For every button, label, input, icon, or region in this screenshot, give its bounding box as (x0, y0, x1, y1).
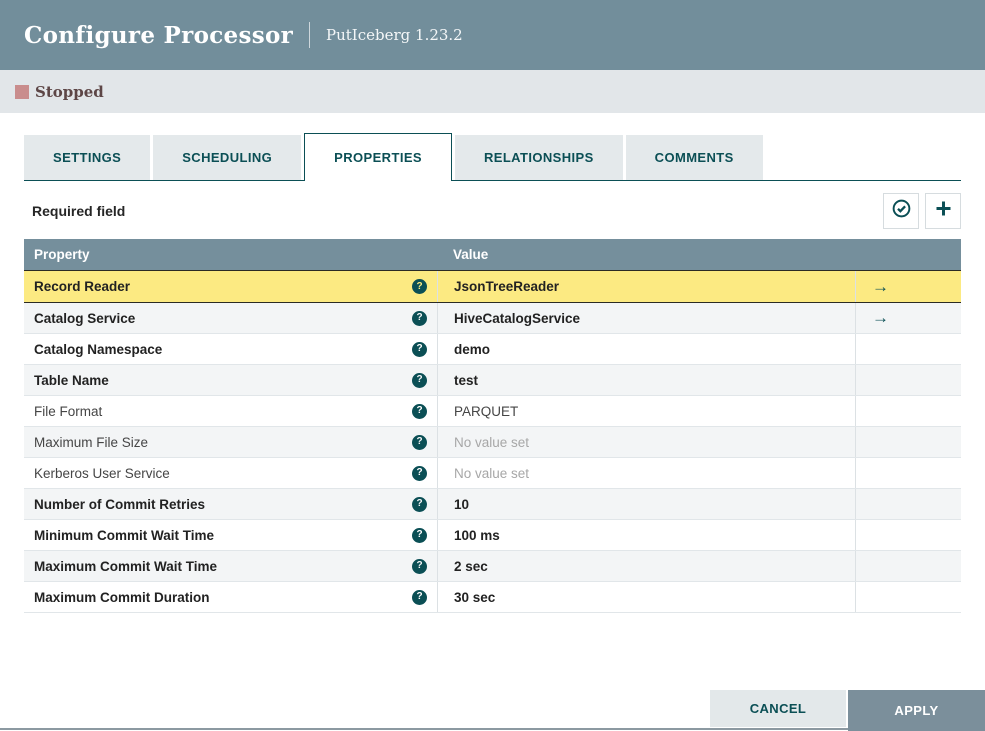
property-help-icon[interactable]: ? (412, 589, 427, 605)
dialog-header: Configure Processor PutIceberg 1.23.2 (0, 0, 985, 70)
value-column-header: Value (453, 247, 489, 262)
goto-cell (855, 334, 961, 364)
property-name: File Format (34, 403, 103, 419)
property-name: Kerberos User Service (34, 465, 170, 481)
tab-comments[interactable]: COMMENTS (625, 135, 763, 180)
header-divider (309, 22, 311, 48)
property-row[interactable]: Catalog Service? HiveCatalogService → (24, 303, 961, 334)
required-field-label: Required field (32, 203, 126, 219)
property-value-cell[interactable]: HiveCatalogService (437, 303, 855, 333)
status-label: Stopped (35, 82, 104, 101)
property-help-icon[interactable]: ? (412, 496, 427, 512)
property-value-cell[interactable]: test (437, 365, 855, 395)
property-name-cell: Maximum Commit Duration? (24, 582, 437, 612)
property-row[interactable]: Minimum Commit Wait Time? 100 ms (24, 520, 961, 551)
property-name-cell: Minimum Commit Wait Time? (24, 520, 437, 550)
property-name-cell: Catalog Namespace? (24, 334, 437, 364)
property-name: Minimum Commit Wait Time (34, 527, 215, 543)
property-name-cell: Kerberos User Service? (24, 458, 437, 488)
cancel-button[interactable]: CANCEL (710, 690, 846, 727)
property-name-cell: Maximum File Size? (24, 427, 437, 457)
goto-cell (855, 551, 961, 581)
window-bottom-edge (0, 728, 985, 730)
property-value-cell[interactable]: 2 sec (437, 551, 855, 581)
property-column-header: Property (34, 247, 90, 262)
property-help-icon[interactable]: ? (412, 558, 427, 574)
property-name: Number of Commit Retries (34, 496, 206, 512)
processor-name-version: PutIceberg 1.23.2 (326, 26, 463, 44)
property-name: Record Reader (34, 279, 131, 294)
property-help-icon[interactable]: ? (412, 465, 427, 481)
tab-scheduling[interactable]: SCHEDULING (153, 135, 302, 180)
tab-relationships[interactable]: RELATIONSHIPS (454, 135, 623, 180)
property-name-cell: Number of Commit Retries? (24, 489, 437, 519)
property-name-cell: Catalog Service? (24, 303, 437, 333)
goto-cell (855, 520, 961, 550)
properties-table-header: Property Value (24, 239, 961, 270)
add-property-button[interactable] (925, 193, 961, 229)
property-row[interactable]: Kerberos User Service? No value set (24, 458, 961, 489)
add-property-icon (933, 198, 954, 224)
properties-table: Property Value Record Reader? JsonTreeRea… (24, 239, 961, 613)
property-value-cell[interactable]: No value set (437, 427, 855, 457)
goto-cell (855, 365, 961, 395)
tab-properties[interactable]: PROPERTIES (304, 133, 452, 181)
property-row[interactable]: Record Reader? JsonTreeReader → (24, 270, 961, 303)
property-row[interactable]: Number of Commit Retries? 10 (24, 489, 961, 520)
property-row[interactable]: Maximum Commit Wait Time? 2 sec (24, 551, 961, 582)
goto-cell (855, 458, 961, 488)
property-help-icon[interactable]: ? (412, 279, 427, 294)
apply-button[interactable]: APPLY (848, 690, 985, 731)
property-name: Catalog Service (34, 310, 136, 326)
goto-cell (855, 427, 961, 457)
property-row[interactable]: File Format? PARQUET (24, 396, 961, 427)
property-name-cell: Table Name? (24, 365, 437, 395)
configure-processor-dialog: Configure Processor PutIceberg 1.23.2 St… (0, 0, 985, 731)
processor-status-bar: Stopped (0, 70, 985, 113)
property-value-cell[interactable]: 100 ms (437, 520, 855, 550)
tab-settings[interactable]: SETTINGS (24, 135, 151, 180)
property-name-cell: File Format? (24, 396, 437, 426)
goto-service-arrow-icon[interactable]: → (872, 308, 889, 328)
goto-cell (855, 582, 961, 612)
property-value-cell[interactable]: 30 sec (437, 582, 855, 612)
goto-cell (855, 396, 961, 426)
property-name: Table Name (34, 372, 109, 388)
property-row[interactable]: Maximum File Size? No value set (24, 427, 961, 458)
goto-cell: → (855, 303, 961, 333)
properties-toolbar: Required field (24, 193, 961, 229)
property-value-cell[interactable]: PARQUET (437, 396, 855, 426)
verify-properties-icon (891, 198, 912, 224)
property-help-icon[interactable]: ? (412, 372, 427, 388)
goto-service-arrow-icon[interactable]: → (872, 277, 889, 297)
property-name: Maximum Commit Duration (34, 589, 210, 605)
properties-table-body: Record Reader? JsonTreeReader → Catalog Ser… (24, 270, 961, 613)
property-help-icon[interactable]: ? (412, 403, 427, 419)
dialog-title: Configure Processor (24, 21, 294, 49)
property-help-icon[interactable]: ? (412, 310, 427, 326)
property-value-cell[interactable]: 10 (437, 489, 855, 519)
goto-cell: → (855, 271, 961, 302)
property-value-cell[interactable]: demo (437, 334, 855, 364)
property-name: Maximum Commit Wait Time (34, 558, 218, 574)
property-help-icon[interactable]: ? (412, 341, 427, 357)
goto-cell (855, 489, 961, 519)
property-value-cell[interactable]: No value set (437, 458, 855, 488)
stopped-status-icon (15, 84, 29, 99)
property-name: Maximum File Size (34, 434, 149, 450)
dialog-tabs: SETTINGS SCHEDULING PROPERTIES RELATIONSHIP… (24, 133, 961, 181)
property-help-icon[interactable]: ? (412, 527, 427, 543)
property-row[interactable]: Table Name? test (24, 365, 961, 396)
property-value-cell[interactable]: JsonTreeReader (437, 271, 855, 302)
property-name-cell: Record Reader? (24, 271, 437, 302)
property-name-cell: Maximum Commit Wait Time? (24, 551, 437, 581)
verify-properties-button[interactable] (883, 193, 919, 229)
property-help-icon[interactable]: ? (412, 434, 427, 450)
property-row[interactable]: Maximum Commit Duration? 30 sec (24, 582, 961, 613)
property-row[interactable]: Catalog Namespace? demo (24, 334, 961, 365)
property-name: Catalog Namespace (34, 341, 163, 357)
